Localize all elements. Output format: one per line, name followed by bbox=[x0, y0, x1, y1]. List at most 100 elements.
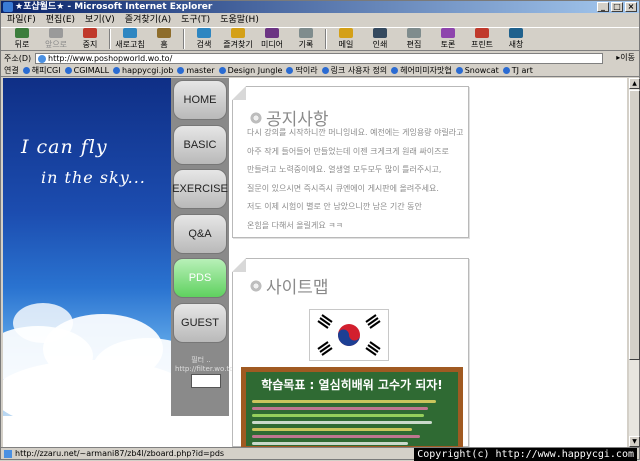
nav-guest[interactable]: GUEST bbox=[173, 302, 227, 343]
toolbar-label: 기록 bbox=[298, 40, 314, 49]
notice-panel: 공지사항 다시 강의를 시작하니깐 머니잉네요. 예전에는 게잉용량 야릴라고 아… bbox=[232, 86, 469, 238]
address-value: http://www.poshopworld.wo.to/ bbox=[48, 54, 173, 63]
toolbar-label: 토론 bbox=[440, 40, 456, 49]
link-item[interactable]: happycgi.job bbox=[113, 66, 173, 75]
link-label: Snowcat bbox=[464, 66, 499, 75]
new-window-icon bbox=[509, 28, 523, 38]
link-item[interactable]: 링크 사용자 정의 bbox=[321, 65, 387, 76]
page-content: I can fly in the sky... HOME BASIC EXERCIS… bbox=[3, 78, 627, 447]
link-icon bbox=[113, 67, 121, 74]
nav-exercise[interactable]: EXERCISE bbox=[172, 169, 228, 209]
toolbar-button-history[interactable]: 기록 bbox=[289, 28, 323, 50]
menu-favorites[interactable]: 즐겨찾기(A) bbox=[125, 14, 171, 26]
scroll-thumb[interactable] bbox=[629, 90, 640, 360]
sitemap-panel: 사이트맵 학습목표 : 열심히배워 고수가 되자! bbox=[232, 258, 469, 447]
menu-file[interactable]: 파일(F) bbox=[7, 14, 36, 26]
link-item[interactable]: CGIMALL bbox=[64, 66, 109, 75]
address-bar: 주소(D) http://www.poshopworld.wo.to/ ▸이동 bbox=[1, 52, 639, 65]
link-item[interactable]: 해피CGI bbox=[22, 65, 61, 76]
toolbar-button-back-arrow[interactable]: 뒤로 bbox=[5, 28, 39, 50]
title-bar: ★포샵월드★ - Microsoft Internet Explorer _ □… bbox=[1, 1, 639, 13]
hero-line-1: I can fly bbox=[21, 136, 108, 158]
nav-basic[interactable]: BASIC bbox=[173, 124, 227, 165]
toolbar-button-favorites[interactable]: 즐겨찾기 bbox=[221, 28, 255, 50]
chalk-line bbox=[252, 435, 420, 438]
toolbar-button-media[interactable]: 미디어 bbox=[255, 28, 289, 50]
status-page-icon bbox=[4, 450, 12, 458]
link-icon bbox=[321, 67, 329, 74]
notice-line: 다시 강의를 시작하니깐 머니잉네요. 예전에는 게잉용량 야릴라고 bbox=[247, 128, 464, 137]
chalkboard: 학습목표 : 열심히배워 고수가 되자! bbox=[241, 367, 463, 447]
link-icon bbox=[502, 67, 510, 74]
menu-tools[interactable]: 도구(T) bbox=[181, 14, 210, 26]
link-item[interactable]: master bbox=[177, 66, 215, 75]
toolbar-button-mail[interactable]: 메일 bbox=[329, 28, 363, 50]
link-icon bbox=[455, 67, 463, 74]
menu-view[interactable]: 보기(V) bbox=[85, 14, 115, 26]
address-input[interactable]: http://www.poshopworld.wo.to/ bbox=[35, 53, 603, 64]
toolbar-label: 인쇄 bbox=[372, 40, 388, 49]
sitemap-title: 사이트맵 bbox=[249, 273, 329, 298]
sidebar-text-2: http://filter.wo.to bbox=[175, 365, 234, 373]
link-label: 딱이라 bbox=[295, 66, 318, 75]
chalk-line bbox=[252, 442, 408, 445]
toolbar-label: 홈 bbox=[160, 40, 168, 49]
link-item[interactable]: TJ art bbox=[502, 66, 533, 75]
minimize-button[interactable]: _ bbox=[597, 2, 609, 12]
nav-pds[interactable]: PDS bbox=[173, 258, 227, 298]
scroll-down-arrow[interactable]: ▼ bbox=[629, 436, 640, 447]
go-button[interactable]: ▸이동 bbox=[616, 52, 635, 64]
edit-icon bbox=[407, 28, 421, 38]
toolbar: 뒤로 앞으로 중지 새로고침 홈 검색 즐겨찾기 미디어 기록 메일 인쇄 편집 토론 프린트 새창 bbox=[1, 27, 639, 51]
toolbar-label: 즐겨찾기 bbox=[223, 40, 253, 49]
page-icon bbox=[38, 55, 46, 63]
link-item[interactable]: Design Jungle bbox=[218, 66, 283, 75]
print-icon bbox=[373, 28, 387, 38]
nav-home[interactable]: HOME bbox=[173, 80, 227, 120]
link-icon bbox=[177, 67, 185, 74]
nav-qa[interactable]: Q&A bbox=[173, 213, 227, 254]
toolbar-label: 편집 bbox=[406, 40, 422, 49]
links-bar: 연결 해피CGI CGIMALL happycgi.job master Design … bbox=[1, 65, 639, 77]
toolbar-button-print[interactable]: 인쇄 bbox=[363, 28, 397, 50]
vertical-scrollbar[interactable]: ▲ ▼ bbox=[628, 78, 640, 447]
link-item[interactable]: 딱이라 bbox=[286, 65, 318, 76]
links-label: 연결 bbox=[4, 66, 19, 75]
notice-line: 온힘을 다해서 올릴게요 ㅋㅋ bbox=[247, 220, 343, 230]
copyright-text: Copyright(c) http://www.happycgi.com bbox=[414, 448, 637, 461]
link-item[interactable]: Snowcat bbox=[455, 66, 499, 75]
toolbar-button-search[interactable]: 검색 bbox=[187, 28, 221, 50]
menu-help[interactable]: 도움말(H) bbox=[220, 14, 259, 26]
toolbar-button-refresh[interactable]: 새로고침 bbox=[113, 28, 147, 50]
link-item[interactable]: 헤어미미자맛협 bbox=[391, 65, 452, 76]
toolbar-button-home[interactable]: 홈 bbox=[147, 28, 181, 50]
toolbar-button-stop[interactable]: 중지 bbox=[73, 28, 107, 50]
toolbar-button-forward-arrow[interactable]: 앞으로 bbox=[39, 28, 73, 50]
toolbar-button-printer[interactable]: 프린트 bbox=[465, 28, 499, 50]
toolbar-label: 새창 bbox=[508, 40, 524, 49]
link-icon bbox=[286, 67, 294, 74]
hero-line-2: in the sky... bbox=[41, 168, 146, 187]
toolbar-label: 프린트 bbox=[470, 40, 494, 49]
mail-icon bbox=[339, 28, 353, 38]
link-icon bbox=[64, 67, 72, 74]
menu-edit[interactable]: 편집(E) bbox=[46, 14, 75, 26]
sidebar-box[interactable] bbox=[191, 374, 221, 388]
toolbar-label: 미디어 bbox=[260, 40, 284, 49]
scroll-up-arrow[interactable]: ▲ bbox=[629, 78, 640, 89]
toolbar-button-discuss[interactable]: 토론 bbox=[431, 28, 465, 50]
chalkboard-title: 학습목표 : 열심히배워 고수가 되자! bbox=[261, 378, 443, 392]
link-icon bbox=[22, 67, 30, 74]
link-label: 헤어미미자맛협 bbox=[400, 66, 452, 75]
hero-image: I can fly in the sky... bbox=[3, 78, 171, 416]
go-label: 이동 bbox=[620, 53, 635, 62]
browser-window: ★포샵월드★ - Microsoft Internet Explorer _ □… bbox=[0, 0, 640, 461]
toolbar-button-edit[interactable]: 편집 bbox=[397, 28, 431, 50]
forward-arrow-icon bbox=[49, 28, 63, 38]
status-bar: http://zzaru.net/~armani87/zb4l/zboard.p… bbox=[1, 447, 639, 461]
link-label: Design Jungle bbox=[227, 66, 283, 75]
close-button[interactable]: × bbox=[625, 2, 637, 12]
toolbar-button-new-window[interactable]: 새창 bbox=[499, 28, 533, 50]
toolbar-label: 검색 bbox=[196, 40, 212, 49]
maximize-button[interactable]: □ bbox=[611, 2, 623, 12]
